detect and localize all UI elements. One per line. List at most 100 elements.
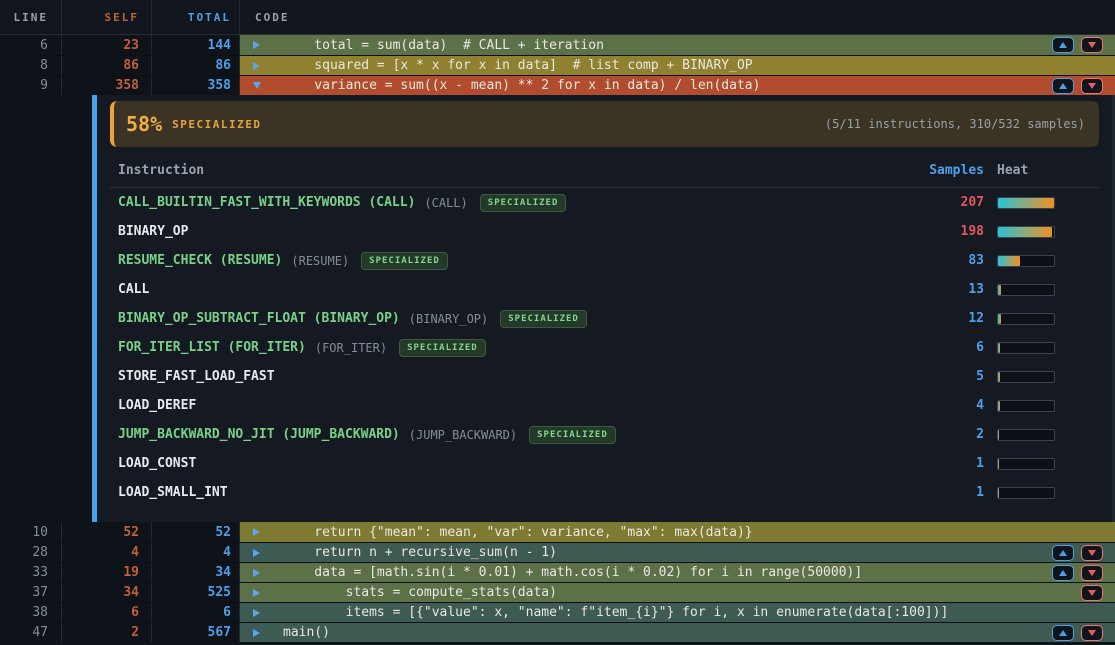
samples-count: 83 xyxy=(914,253,984,268)
code-row: 37 34 525 stats = compute_stats(data) xyxy=(0,582,1115,602)
expand-toggle-icon[interactable] xyxy=(253,629,267,637)
code-column-header: CODE xyxy=(240,0,1115,34)
instruction-detail-panel: 58% SPECIALIZED (5/11 instructions, 310/… xyxy=(92,95,1115,522)
specialized-badge: SPECIALIZED xyxy=(399,339,486,357)
instruction-table-header: Instruction Samples Heat xyxy=(110,163,1099,188)
instruction-row: LOAD_CONST 1 xyxy=(110,449,1099,478)
base-opcode: (FOR_ITER) xyxy=(315,341,387,355)
heat-bar xyxy=(997,284,1055,296)
self-samples: 23 xyxy=(62,35,152,55)
heat-bar-fill xyxy=(998,401,1000,411)
expand-toggle-icon[interactable] xyxy=(253,549,267,557)
code-cell[interactable]: return {"mean": mean, "var": variance, "… xyxy=(240,522,1115,542)
line-column-header: LINE xyxy=(0,0,62,34)
expand-toggle-icon[interactable] xyxy=(253,609,267,617)
instruction-row: FOR_ITER_LIST (FOR_ITER) (FOR_ITER) SPEC… xyxy=(110,333,1099,362)
column-header-row: LINE SELF TOTAL CODE xyxy=(0,0,1115,35)
expand-toggle-icon[interactable] xyxy=(253,569,267,577)
instruction-name: LOAD_DEREF xyxy=(118,398,196,413)
jump-up-button[interactable] xyxy=(1052,78,1074,94)
code-cell[interactable]: variance = sum((x - mean) ** 2 for x in … xyxy=(240,76,1115,95)
heat-bar xyxy=(997,313,1055,325)
heat-bar-fill xyxy=(998,198,1054,208)
samples-count: 13 xyxy=(914,282,984,297)
base-opcode: (RESUME) xyxy=(291,254,349,268)
instruction-name: BINARY_OP_SUBTRACT_FLOAT (BINARY_OP) xyxy=(118,311,400,326)
code-cell[interactable]: items = [{"value": x, "name": f"item_{i}… xyxy=(240,603,1115,622)
heat-header: Heat xyxy=(997,163,1055,178)
instruction-name: LOAD_SMALL_INT xyxy=(118,485,228,500)
code-text: stats = compute_stats(data) xyxy=(283,585,557,600)
jump-down-button[interactable] xyxy=(1081,585,1103,601)
instruction-name: JUMP_BACKWARD_NO_JIT (JUMP_BACKWARD) xyxy=(118,427,400,442)
code-row: 28 4 4 return n + recursive_sum(n - 1) xyxy=(0,542,1115,562)
jump-down-button[interactable] xyxy=(1081,625,1103,641)
code-text: main() xyxy=(283,625,330,640)
jump-up-button[interactable] xyxy=(1052,545,1074,561)
expand-toggle-icon[interactable] xyxy=(253,589,267,597)
expand-toggle-icon[interactable] xyxy=(253,82,267,89)
code-cell[interactable]: stats = compute_stats(data) xyxy=(240,583,1115,602)
self-samples: 34 xyxy=(62,583,152,602)
code-text: return {"mean": mean, "var": variance, "… xyxy=(283,525,753,540)
self-samples: 86 xyxy=(62,56,152,75)
code-text: return n + recursive_sum(n - 1) xyxy=(283,545,557,560)
code-cell[interactable]: main() xyxy=(240,623,1115,642)
instruction-row: CALL 13 xyxy=(110,275,1099,304)
line-number: 37 xyxy=(0,583,62,602)
instruction-name: FOR_ITER_LIST (FOR_ITER) xyxy=(118,340,306,355)
samples-count: 1 xyxy=(914,485,984,500)
jump-down-button[interactable] xyxy=(1081,545,1103,561)
total-samples: 86 xyxy=(152,56,240,75)
line-number: 10 xyxy=(0,522,62,542)
expand-toggle-icon[interactable] xyxy=(253,528,267,536)
base-opcode: (JUMP_BACKWARD) xyxy=(409,428,517,442)
jump-up-button[interactable] xyxy=(1052,625,1074,641)
total-samples: 34 xyxy=(152,563,240,582)
code-text: variance = sum((x - mean) ** 2 for x in … xyxy=(283,78,760,93)
samples-count: 1 xyxy=(914,456,984,471)
instruction-row: BINARY_OP_SUBTRACT_FLOAT (BINARY_OP) (BI… xyxy=(110,304,1099,333)
jump-down-button[interactable] xyxy=(1081,78,1103,94)
heat-bar xyxy=(997,429,1055,441)
jump-down-button[interactable] xyxy=(1081,37,1103,53)
heat-bar-fill xyxy=(998,430,999,440)
instruction-name: RESUME_CHECK (RESUME) xyxy=(118,253,282,268)
heat-bar xyxy=(997,458,1055,470)
total-samples: 144 xyxy=(152,35,240,55)
code-cell[interactable]: data = [math.sin(i * 0.01) + math.cos(i … xyxy=(240,563,1115,582)
line-number: 38 xyxy=(0,603,62,622)
expand-toggle-icon[interactable] xyxy=(253,62,267,70)
total-samples: 567 xyxy=(152,623,240,642)
specialization-stats: (5/11 instructions, 310/532 samples) xyxy=(825,117,1085,131)
line-number: 8 xyxy=(0,56,62,75)
heat-bar-fill xyxy=(998,314,1001,324)
code-row: 33 19 34 data = [math.sin(i * 0.01) + ma… xyxy=(0,562,1115,582)
code-row: 10 52 52 return {"mean": mean, "var": va… xyxy=(0,522,1115,542)
samples-count: 198 xyxy=(914,224,984,239)
code-text: squared = [x * x for x in data] # list c… xyxy=(283,58,753,73)
samples-count: 12 xyxy=(914,311,984,326)
code-text: data = [math.sin(i * 0.01) + math.cos(i … xyxy=(283,565,862,580)
code-cell[interactable]: squared = [x * x for x in data] # list c… xyxy=(240,56,1115,75)
expand-toggle-icon[interactable] xyxy=(253,41,267,49)
instruction-name: CALL_BUILTIN_FAST_WITH_KEYWORDS (CALL) xyxy=(118,195,415,210)
heat-bar xyxy=(997,371,1055,383)
instruction-row: LOAD_DEREF 4 xyxy=(110,391,1099,420)
code-cell[interactable]: return n + recursive_sum(n - 1) xyxy=(240,543,1115,562)
total-samples: 525 xyxy=(152,583,240,602)
heat-bar-fill xyxy=(998,343,1000,353)
code-text: items = [{"value": x, "name": f"item_{i}… xyxy=(283,605,948,620)
jump-up-button[interactable] xyxy=(1052,565,1074,581)
instruction-row: CALL_BUILTIN_FAST_WITH_KEYWORDS (CALL) (… xyxy=(110,188,1099,217)
self-samples: 52 xyxy=(62,522,152,542)
jump-down-button[interactable] xyxy=(1081,565,1103,581)
instruction-name: LOAD_CONST xyxy=(118,456,196,471)
self-samples: 358 xyxy=(62,76,152,95)
instruction-header: Instruction xyxy=(118,163,914,178)
code-cell[interactable]: total = sum(data) # CALL + iteration xyxy=(240,35,1115,55)
specialized-percent: 58% xyxy=(126,112,162,136)
jump-up-button[interactable] xyxy=(1052,37,1074,53)
instruction-row: LOAD_SMALL_INT 1 xyxy=(110,478,1099,507)
instruction-row: RESUME_CHECK (RESUME) (RESUME) SPECIALIZ… xyxy=(110,246,1099,275)
